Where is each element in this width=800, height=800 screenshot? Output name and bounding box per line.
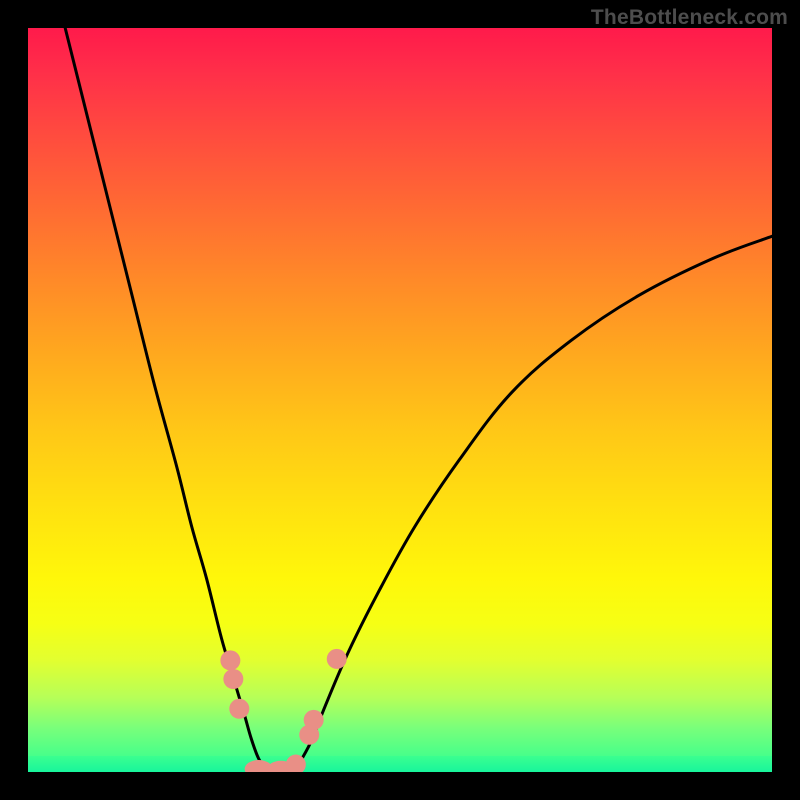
bottleneck-curve-right-branch bbox=[296, 236, 772, 769]
data-marker bbox=[229, 699, 249, 719]
chart-frame: TheBottleneck.com bbox=[0, 0, 800, 800]
data-marker bbox=[327, 649, 347, 669]
data-marker bbox=[304, 710, 324, 730]
plot-area bbox=[28, 28, 772, 772]
data-marker bbox=[223, 669, 243, 689]
data-marker bbox=[220, 650, 240, 670]
watermark-text: TheBottleneck.com bbox=[591, 6, 788, 30]
curve-layer bbox=[28, 28, 772, 772]
